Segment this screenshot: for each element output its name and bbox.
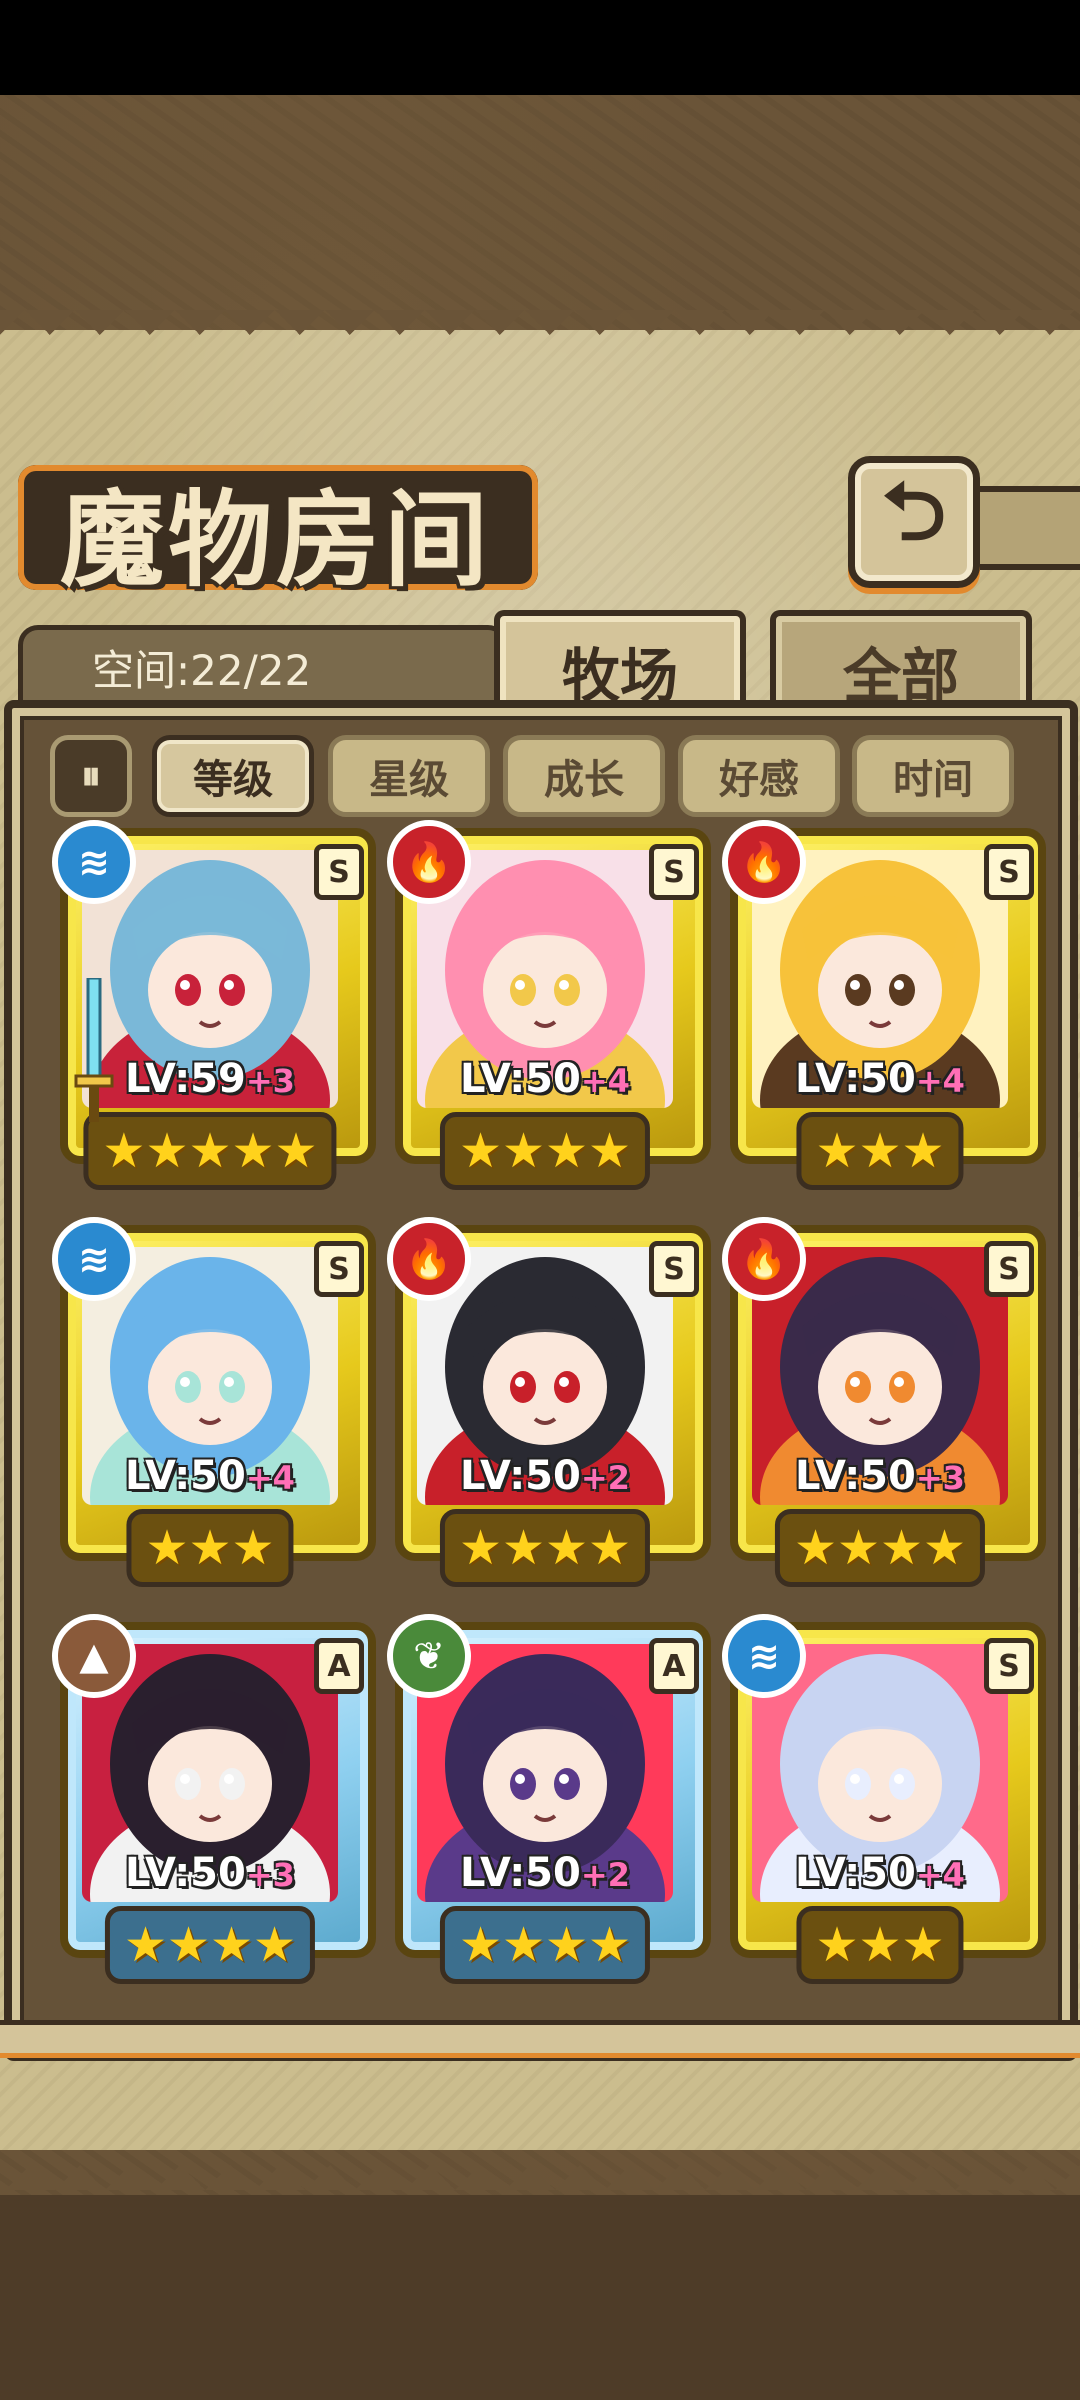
level-label: LV:50+2 xyxy=(395,1453,695,1499)
stars-value: ★★★★★ xyxy=(102,1123,318,1179)
level-value: LV:50 xyxy=(460,1850,581,1896)
water-icon: ≋ xyxy=(722,1614,806,1698)
level-plus: +2 xyxy=(580,1459,630,1497)
sort-time-button[interactable]: 时间 xyxy=(852,735,1014,817)
status-bar xyxy=(0,0,1080,95)
fire-icon: 🔥 xyxy=(722,1217,806,1301)
sort-growth-button[interactable]: 成长 xyxy=(503,735,665,817)
stars-value: ★★★ xyxy=(815,1917,945,1973)
stars-value: ★★★★ xyxy=(458,1520,632,1576)
sort-affection-button[interactable]: 好感 xyxy=(678,735,840,817)
monster-card[interactable]: 🔥 S LV:50+2 ★★★★ xyxy=(387,1217,711,1587)
water-icon: ≋ xyxy=(52,1217,136,1301)
star-rating: ★★★★ xyxy=(439,1509,651,1587)
stars-value: ★★★★ xyxy=(123,1917,297,1973)
star-rating: ★★★ xyxy=(126,1509,294,1587)
space-count: 空间:22/22 xyxy=(92,646,312,695)
level-plus: +3 xyxy=(245,1062,295,1100)
monster-card[interactable]: ≋ S LV:50+4 ★★★ xyxy=(722,1614,1046,1984)
monster-card[interactable]: ❦ A LV:50+2 ★★★★ xyxy=(387,1614,711,1984)
level-plus: +4 xyxy=(580,1062,630,1100)
stars-value: ★★★★ xyxy=(458,1917,632,1973)
level-plus: +4 xyxy=(915,1856,965,1894)
monster-card[interactable]: 🔥 S LV:50+4 ★★★★ xyxy=(387,820,711,1190)
back-rail xyxy=(966,486,1080,570)
monster-card[interactable]: 🔥 S LV:50+4 ★★★ xyxy=(722,820,1046,1190)
monster-card[interactable]: ▲ A LV:50+3 ★★★★ xyxy=(52,1614,376,1984)
water-icon: ≋ xyxy=(52,820,136,904)
sort-level-button[interactable]: 等级 xyxy=(152,735,314,817)
earth-icon: ▲ xyxy=(52,1614,136,1698)
sort-order-toggle[interactable]: ⏸ xyxy=(50,735,132,817)
level-value: LV:50 xyxy=(795,1850,916,1896)
level-plus: +3 xyxy=(245,1856,295,1894)
level-value: LV:50 xyxy=(795,1453,916,1499)
level-value: LV:50 xyxy=(795,1056,916,1102)
rank-badge: S xyxy=(314,844,364,900)
level-plus: +4 xyxy=(245,1459,295,1497)
panel-bottom-bar xyxy=(0,2020,1080,2058)
level-plus: +2 xyxy=(580,1856,630,1894)
level-label: LV:50+4 xyxy=(730,1056,1030,1102)
rank-badge: A xyxy=(649,1638,699,1694)
level-plus: +4 xyxy=(915,1062,965,1100)
stars-value: ★★★ xyxy=(815,1123,945,1179)
star-rating: ★★★★ xyxy=(104,1906,316,1984)
star-rating: ★★★ xyxy=(796,1906,964,1984)
level-value: LV:50 xyxy=(125,1850,246,1896)
leaf-icon: ❦ xyxy=(387,1614,471,1698)
level-label: LV:50+3 xyxy=(60,1850,360,1896)
level-label: LV:50+4 xyxy=(395,1056,695,1102)
level-label: LV:50+4 xyxy=(60,1453,360,1499)
star-rating: ★★★★★ xyxy=(83,1112,337,1190)
star-rating: ★★★★ xyxy=(439,1112,651,1190)
page-title: 魔物房间 xyxy=(60,478,493,601)
level-value: LV:50 xyxy=(460,1453,581,1499)
level-label: LV:50+3 xyxy=(730,1453,1030,1499)
fire-icon: 🔥 xyxy=(722,820,806,904)
back-button[interactable]: ⮌ xyxy=(848,456,980,588)
rank-badge: S xyxy=(649,1241,699,1297)
level-label: LV:50+4 xyxy=(730,1850,1030,1896)
zigzag-border-top xyxy=(0,310,1080,360)
monster-card[interactable]: ≋ S LV:59+3 ★★★★★ xyxy=(52,820,376,1190)
level-value: LV:50 xyxy=(125,1453,246,1499)
stars-value: ★★★ xyxy=(145,1520,275,1576)
stars-value: ★★★★ xyxy=(793,1520,967,1576)
zigzag-border-bottom xyxy=(0,2140,1080,2190)
fire-icon: 🔥 xyxy=(387,1217,471,1301)
star-rating: ★★★ xyxy=(796,1112,964,1190)
stars-value: ★★★★ xyxy=(458,1123,632,1179)
sort-star-button[interactable]: 星级 xyxy=(328,735,490,817)
rank-badge: S xyxy=(314,1241,364,1297)
monster-card[interactable]: 🔥 S LV:50+3 ★★★★ xyxy=(722,1217,1046,1587)
level-label: LV:50+2 xyxy=(395,1850,695,1896)
rank-badge: S xyxy=(984,1241,1034,1297)
rank-badge: S xyxy=(984,844,1034,900)
level-value: LV:50 xyxy=(460,1056,581,1102)
pause-icon: ⏸ xyxy=(81,753,101,799)
monster-card[interactable]: ≋ S LV:50+4 ★★★ xyxy=(52,1217,376,1587)
return-arrow-icon: ⮌ xyxy=(881,465,947,558)
rank-badge: S xyxy=(649,844,699,900)
star-rating: ★★★★ xyxy=(439,1906,651,1984)
rank-badge: S xyxy=(984,1638,1034,1694)
rank-badge: A xyxy=(314,1638,364,1694)
level-value: LV:59 xyxy=(125,1056,246,1102)
sword-icon xyxy=(74,976,114,1128)
star-rating: ★★★★ xyxy=(774,1509,986,1587)
fire-icon: 🔥 xyxy=(387,820,471,904)
level-plus: +3 xyxy=(915,1459,965,1497)
bottom-map-area xyxy=(0,2195,1080,2400)
